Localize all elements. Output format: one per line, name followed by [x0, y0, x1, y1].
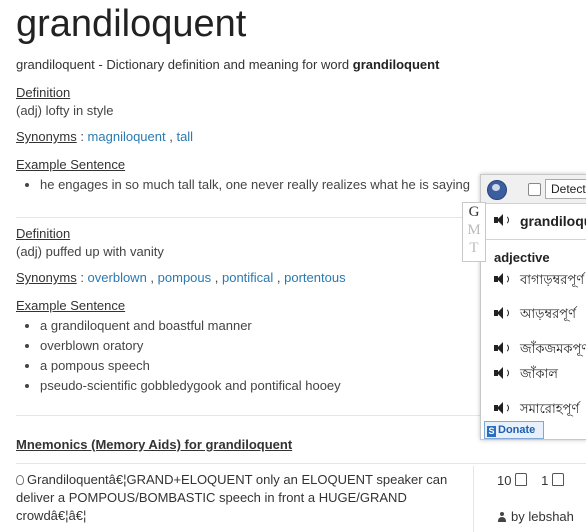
- synonym-sep: :: [76, 270, 88, 285]
- definition-text: (adj) puffed up with vanity: [16, 244, 164, 259]
- synonym-link[interactable]: overblown: [88, 270, 147, 285]
- tab-g[interactable]: G: [463, 203, 485, 221]
- intro-text: grandiloquent - Dictionary definition an…: [16, 57, 353, 72]
- lightbulb-icon: [16, 475, 24, 485]
- part-of-speech: adjective: [494, 250, 550, 265]
- example-item: he engages in so much tall talk, one nev…: [40, 176, 470, 194]
- definition-text: (adj) lofty in style: [16, 103, 114, 118]
- detect-checkbox[interactable]: [528, 183, 541, 196]
- gmt-tabs: G M T: [462, 202, 486, 262]
- popup-toolbar: Detect: [481, 175, 586, 204]
- synonym-link[interactable]: magniloquent: [88, 129, 166, 144]
- synonym-link[interactable]: pontifical: [222, 270, 273, 285]
- synonym-comma: ,: [273, 270, 285, 285]
- synonyms-label: Synonyms: [16, 129, 77, 144]
- globe-icon[interactable]: [487, 180, 507, 200]
- language-select[interactable]: Detect: [545, 179, 586, 199]
- intro-line: grandiloquent - Dictionary definition an…: [16, 57, 439, 72]
- example-item: overblown oratory: [40, 337, 341, 355]
- author-name[interactable]: lebshah: [528, 509, 574, 524]
- thumbs-up-icon[interactable]: [515, 473, 528, 486]
- example-list: a grandiloquent and boastful manner over…: [16, 317, 341, 395]
- upvote-count: 10: [497, 473, 512, 488]
- sense-2-synonyms: Synonyms : overblown , pompous , pontifi…: [16, 269, 346, 287]
- speaker-icon[interactable]: [494, 401, 509, 415]
- speaker-icon[interactable]: [494, 213, 509, 227]
- divider: [473, 466, 474, 532]
- thumbs-down-icon[interactable]: [552, 473, 565, 486]
- synonym-link[interactable]: pompous: [158, 270, 211, 285]
- sense-1-examples: Example Sentence he engages in so much t…: [16, 156, 470, 196]
- synonym-comma: ,: [211, 270, 222, 285]
- translation-item[interactable]: বাগাড়ম্বরপূর্ণ: [520, 271, 584, 292]
- tab-t[interactable]: T: [463, 239, 485, 257]
- user-icon: [497, 512, 507, 522]
- speaker-icon[interactable]: [494, 306, 509, 320]
- sense-2-definition: Definition (adj) puffed up with vanity: [16, 225, 164, 261]
- divider: [16, 463, 586, 464]
- translation-item[interactable]: সমারোহপূর্ণ: [520, 400, 579, 421]
- donate-label: Donate: [498, 424, 536, 436]
- example-item: pseudo-scientific gobbledygook and ponti…: [40, 377, 341, 395]
- sense-2-examples: Example Sentence a grandiloquent and boa…: [16, 297, 341, 397]
- downvote-count: 1: [541, 473, 549, 488]
- speaker-icon[interactable]: [494, 341, 509, 355]
- s-icon: S: [487, 426, 496, 437]
- synonym-sep: :: [76, 129, 88, 144]
- mnemonics-title: Mnemonics (Memory Aids) for grandiloquen…: [16, 437, 293, 452]
- translation-item[interactable]: জাঁকাল: [520, 365, 558, 386]
- sense-1-synonyms: Synonyms : magniloquent , tall: [16, 128, 193, 146]
- speaker-icon[interactable]: [494, 366, 509, 380]
- synonym-comma: ,: [165, 129, 177, 144]
- sense-1-definition: Definition (adj) lofty in style: [16, 84, 114, 120]
- intro-word: grandiloquent: [352, 57, 440, 72]
- page-title: grandiloquent: [16, 3, 247, 45]
- synonyms-label: Synonyms: [16, 270, 77, 285]
- example-item: a pompous speech: [40, 357, 341, 375]
- vote-controls: 10 1: [497, 473, 565, 488]
- mnemonic-body: Grandiloquentâ€¦GRAND+ELOQUENT only an E…: [16, 472, 448, 523]
- definition-label: Definition: [16, 226, 71, 241]
- translation-item[interactable]: আড়ম্বরপূর্ণ: [520, 305, 576, 326]
- example-list: he engages in so much tall talk, one nev…: [16, 176, 470, 194]
- definition-label: Definition: [16, 85, 71, 100]
- example-label: Example Sentence: [16, 298, 126, 313]
- translation-item[interactable]: জাঁকজমকপূর্ণ: [520, 340, 586, 361]
- mnemonic-text: Grandiloquentâ€¦GRAND+ELOQUENT only an E…: [16, 471, 456, 525]
- divider: [480, 239, 586, 240]
- example-label: Example Sentence: [16, 157, 126, 172]
- synonym-link[interactable]: portentous: [284, 270, 345, 285]
- by-prefix: by: [511, 509, 529, 524]
- synonym-link[interactable]: tall: [176, 129, 193, 144]
- donate-button[interactable]: S Donate: [484, 421, 544, 439]
- author-byline: by lebshah: [497, 509, 574, 524]
- speaker-icon[interactable]: [494, 272, 509, 286]
- synonym-comma: ,: [146, 270, 158, 285]
- popup-headword: grandiloquent: [520, 213, 586, 229]
- example-item: a grandiloquent and boastful manner: [40, 317, 341, 335]
- tab-m[interactable]: M: [463, 221, 485, 239]
